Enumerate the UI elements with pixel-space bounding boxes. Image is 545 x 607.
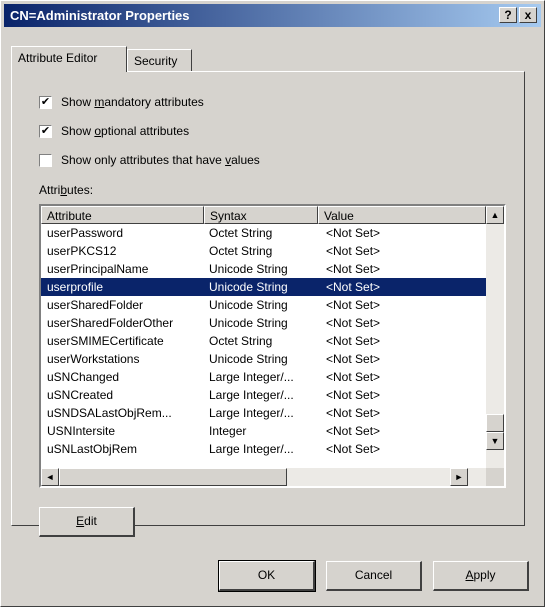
table-row[interactable]: userSharedFolder Unicode String <Not Set> — [41, 296, 486, 314]
scroll-up-icon[interactable]: ▲ — [486, 206, 504, 224]
cell-syntax: Octet String — [209, 244, 273, 258]
title-bar[interactable]: CN=Administrator Properties ? x — [4, 4, 541, 27]
cell-value: <Not Set> — [326, 442, 381, 456]
show-mandatory-checkbox[interactable]: ✔ Show mandatory attributes — [39, 95, 204, 109]
cell-attribute: userSharedFolder — [47, 298, 144, 312]
table-row[interactable]: userPrincipalName Unicode String <Not Set> — [41, 260, 486, 278]
scroll-left-icon[interactable]: ◄ — [41, 468, 59, 486]
checkbox-checked-icon[interactable]: ✔ — [39, 95, 52, 109]
table-row[interactable]: userSharedFolderOther Unicode String <Not … — [41, 314, 486, 332]
cell-syntax: Unicode String — [209, 280, 288, 294]
cell-syntax: Large Integer/... — [209, 442, 294, 456]
cell-value: <Not Set> — [326, 352, 381, 366]
cell-syntax: Octet String — [209, 334, 273, 348]
cell-syntax: Large Integer/... — [209, 370, 294, 384]
cell-value: <Not Set> — [326, 280, 381, 294]
cell-attribute: uSNChanged — [47, 370, 120, 384]
cell-attribute: USNIntersite — [47, 424, 116, 438]
table-row[interactable]: USNIntersite Integer <Not Set> — [41, 422, 486, 440]
cell-attribute: userWorkstations — [47, 352, 140, 366]
cell-attribute: userprofile — [47, 280, 104, 294]
table-row[interactable]: userPKCS12 Octet String <Not Set> — [41, 242, 486, 260]
cancel-button[interactable]: Cancel — [326, 561, 422, 591]
cell-value: <Not Set> — [326, 388, 381, 402]
vertical-scrollbar[interactable]: ▲ ▼ — [486, 206, 504, 468]
scroll-right-icon[interactable]: ► — [450, 468, 468, 486]
cell-value: <Not Set> — [326, 406, 381, 420]
attributes-label: Attributes: — [39, 183, 94, 197]
table-row[interactable]: uSNChanged Large Integer/... <Not Set> — [41, 368, 486, 386]
cell-attribute: uSNCreated — [47, 388, 114, 402]
cell-syntax: Unicode String — [209, 298, 288, 312]
attributes-list[interactable]: Attribute Syntax Value userPassword Octet… — [39, 204, 506, 488]
scrollbar-corner — [486, 468, 504, 486]
cell-value: <Not Set> — [326, 226, 381, 240]
cell-syntax: Unicode String — [209, 316, 288, 330]
apply-button[interactable]: Apply — [433, 561, 529, 591]
checkbox-checked-icon[interactable]: ✔ — [39, 124, 52, 138]
cell-value: <Not Set> — [326, 370, 381, 384]
cell-attribute: userSMIMECertificate — [47, 334, 164, 348]
cell-value: <Not Set> — [326, 244, 381, 258]
cell-attribute: userPKCS12 — [47, 244, 117, 258]
cell-syntax: Unicode String — [209, 352, 288, 366]
column-header-syntax[interactable]: Syntax — [204, 206, 318, 224]
properties-dialog: CN=Administrator Properties ? x Attribut… — [0, 0, 545, 607]
cell-value: <Not Set> — [326, 262, 381, 276]
cell-value: <Not Set> — [326, 334, 381, 348]
cell-value: <Not Set> — [326, 424, 381, 438]
list-rows: userPassword Octet String <Not Set> userPKC… — [41, 224, 486, 458]
column-header-attribute[interactable]: Attribute — [41, 206, 204, 224]
cell-attribute: userSharedFolderOther — [47, 316, 174, 330]
window-title: CN=Administrator Properties — [10, 8, 190, 23]
show-optional-checkbox[interactable]: ✔ Show optional attributes — [39, 124, 189, 138]
checkbox-label: Show mandatory attributes — [61, 95, 204, 109]
cell-syntax: Large Integer/... — [209, 406, 294, 420]
cell-attribute: userPassword — [47, 226, 124, 240]
cell-value: <Not Set> — [326, 316, 381, 330]
list-header: Attribute Syntax Value — [41, 206, 486, 224]
close-button[interactable]: x — [519, 7, 537, 23]
scroll-down-icon[interactable]: ▼ — [486, 432, 504, 450]
table-row[interactable]: userPassword Octet String <Not Set> — [41, 224, 486, 242]
cell-attribute: userPrincipalName — [47, 262, 149, 276]
checkbox-label: Show optional attributes — [61, 124, 190, 138]
table-row[interactable]: uSNLastObjRem Large Integer/... <Not Set> — [41, 440, 486, 458]
cell-attribute: uSNLastObjRem — [47, 442, 138, 456]
column-header-value[interactable]: Value — [318, 206, 486, 224]
edit-button[interactable]: Edit — [39, 507, 135, 537]
horizontal-scroll-thumb[interactable] — [59, 468, 287, 486]
cell-value: <Not Set> — [326, 298, 381, 312]
horizontal-scrollbar[interactable]: ◄ ► — [41, 468, 486, 486]
ok-button[interactable]: OK — [218, 560, 316, 592]
vertical-scroll-thumb[interactable] — [486, 414, 504, 432]
cell-syntax: Large Integer/... — [209, 388, 294, 402]
table-row[interactable]: userprofile Unicode String <Not Set> — [41, 278, 486, 296]
tab-security[interactable]: Security — [127, 49, 192, 71]
table-row[interactable]: userWorkstations Unicode String <Not Set> — [41, 350, 486, 368]
table-row[interactable]: uSNCreated Large Integer/... <Not Set> — [41, 386, 486, 404]
cell-attribute: uSNDSALastObjRem... — [47, 406, 172, 420]
tab-attribute-editor[interactable]: Attribute Editor — [11, 46, 127, 72]
show-only-values-checkbox[interactable]: Show only attributes that have values — [39, 153, 260, 167]
checkbox-label: Show only attributes that have values — [61, 153, 260, 167]
cell-syntax: Octet String — [209, 226, 273, 240]
table-row[interactable]: uSNDSALastObjRem... Large Integer/... <Not… — [41, 404, 486, 422]
checkbox-unchecked-icon[interactable] — [39, 153, 52, 167]
help-button[interactable]: ? — [499, 7, 517, 23]
table-row[interactable]: userSMIMECertificate Octet String <Not Set… — [41, 332, 486, 350]
cell-syntax: Unicode String — [209, 262, 288, 276]
cell-syntax: Integer — [209, 424, 247, 438]
